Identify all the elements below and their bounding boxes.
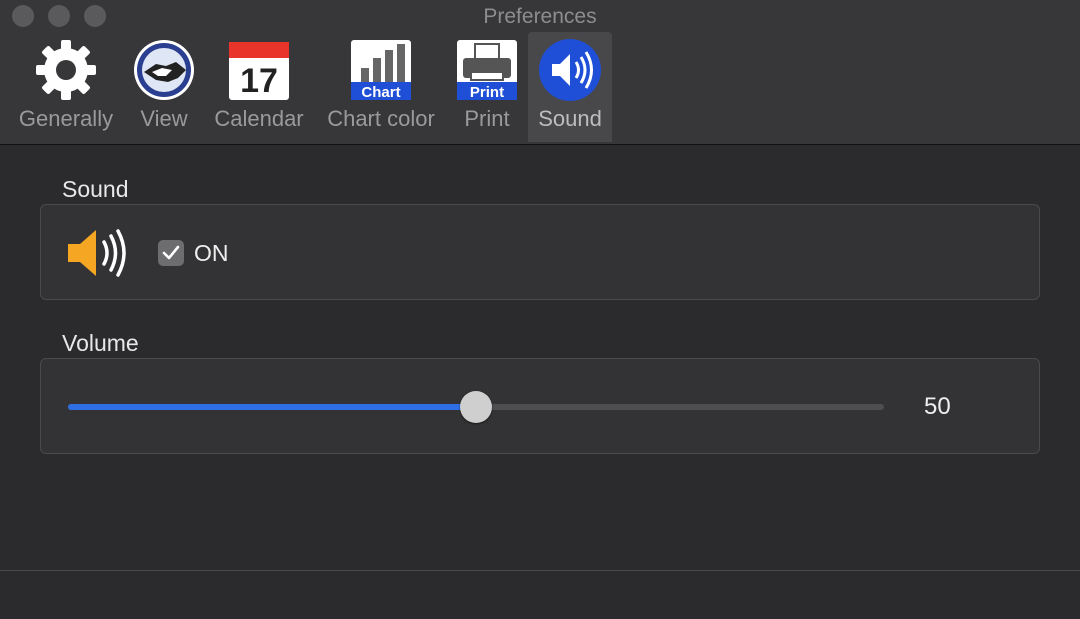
tab-calendar[interactable]: 17 Calendar [208, 32, 310, 142]
sound-section-label: Sound [62, 176, 129, 202]
divider [0, 570, 1080, 571]
printer-icon: Print [457, 40, 517, 101]
calendar-day: 17 [240, 62, 278, 100]
calendar-icon: 17 [229, 42, 289, 100]
speaker-icon [539, 39, 601, 101]
volume-slider-thumb[interactable] [460, 391, 492, 423]
tab-view[interactable]: View [124, 32, 204, 142]
sound-on-label[interactable]: ON [194, 240, 229, 267]
tab-label: Sound [538, 106, 602, 131]
preferences-window: Preferences Generally View 17 Calendar C… [0, 0, 1080, 619]
tab-sound[interactable]: Sound [528, 32, 612, 142]
sound-panel [40, 204, 1040, 300]
tab-chart-color[interactable]: Chart Chart color [318, 32, 444, 142]
volume-section-label: Volume [62, 330, 139, 356]
volume-slider-fill [68, 404, 476, 410]
tab-label: Calendar [214, 106, 304, 131]
tab-label: Generally [18, 106, 114, 131]
chart-icon: Chart [351, 40, 411, 101]
sound-on-checkbox[interactable] [158, 240, 184, 266]
print-badge-text: Print [470, 84, 504, 101]
chart-badge-text: Chart [361, 84, 400, 101]
tab-generally[interactable]: Generally [12, 32, 120, 142]
volume-value: 50 [924, 393, 951, 420]
window-title: Preferences [483, 5, 597, 28]
volume-slider[interactable] [68, 391, 884, 423]
tab-label: Chart color [327, 106, 435, 131]
gear-icon [36, 40, 96, 100]
tab-label: View [140, 106, 188, 131]
handshake-icon [134, 40, 194, 100]
speaker-icon [68, 229, 126, 277]
checkmark-icon [162, 245, 180, 260]
toolbar: Preferences Generally View 17 Calendar C… [0, 0, 1080, 145]
tab-print[interactable]: Print Print [452, 32, 522, 142]
tab-label: Print [464, 106, 510, 131]
